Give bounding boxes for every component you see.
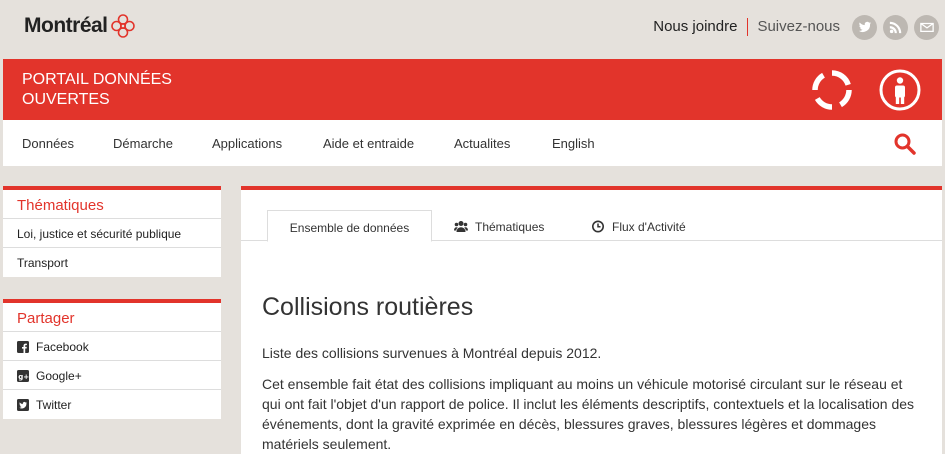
- users-icon: [454, 220, 468, 233]
- sidebar-item-label: Loi, justice et sécurité publique: [17, 227, 182, 241]
- dataset-description: Cet ensemble fait état des collisions im…: [262, 376, 915, 452]
- nav-item-aide[interactable]: Aide et entraide: [323, 136, 414, 151]
- share-twitter[interactable]: Twitter: [3, 390, 221, 419]
- share-facebook[interactable]: Facebook: [3, 332, 221, 361]
- nav-item-english[interactable]: English: [552, 136, 595, 151]
- sidebar-thematics-title: Thématiques: [3, 190, 221, 219]
- open-data-ring-icon[interactable]: [810, 68, 854, 112]
- google-plus-icon: g+: [17, 370, 29, 382]
- tab-datasets[interactable]: Ensemble de données: [267, 210, 432, 242]
- top-links: Nous joindre Suivez-nous: [653, 14, 945, 40]
- search-icon[interactable]: [893, 132, 917, 156]
- share-google-plus[interactable]: g+ Google+: [3, 361, 221, 390]
- tab-activity-label: Flux d'Activité: [612, 220, 686, 234]
- tab-activity[interactable]: Flux d'Activité: [591, 210, 686, 241]
- clock-icon: [591, 220, 605, 233]
- mail-icon[interactable]: [914, 14, 939, 40]
- logo-text: Montréal: [24, 14, 108, 37]
- share-twitter-label: Twitter: [36, 398, 72, 412]
- sidebar-thematics: Thématiques Loi, justice et sécurité pub…: [3, 186, 221, 277]
- sidebar-item-justice[interactable]: Loi, justice et sécurité publique: [3, 219, 221, 248]
- rosette-icon: [110, 14, 135, 38]
- main-nav: Données Démarche Applications Aide et en…: [3, 120, 942, 166]
- montreal-logo[interactable]: Montréal: [24, 13, 136, 39]
- tab-datasets-label: Ensemble de données: [289, 221, 410, 235]
- follow-label: Suivez-nous: [757, 18, 840, 35]
- nav-item-donnees[interactable]: Données: [22, 136, 74, 151]
- portal-header: PORTAIL DONNÉES OUVERTES: [3, 59, 942, 120]
- contact-link[interactable]: Nous joindre: [653, 18, 749, 36]
- sidebar-share-title: Partager: [3, 303, 221, 332]
- nav-item-actualites[interactable]: Actualites: [454, 136, 510, 151]
- twitter-icon[interactable]: [852, 14, 877, 40]
- nav-item-applications[interactable]: Applications: [212, 136, 282, 151]
- sidebar-item-label: Transport: [17, 256, 68, 270]
- tab-thematics-label: Thématiques: [475, 220, 545, 234]
- dataset-panel: Ensemble de données Thématiques Flux d'A…: [241, 186, 942, 454]
- nav-item-demarche[interactable]: Démarche: [113, 136, 173, 151]
- accessibility-icon[interactable]: [878, 68, 922, 112]
- share-facebook-label: Facebook: [36, 340, 89, 354]
- svg-text:g+: g+: [18, 373, 29, 381]
- portal-title[interactable]: PORTAIL DONNÉES OUVERTES: [22, 70, 262, 110]
- tabs-bar: Ensemble de données Thématiques Flux d'A…: [241, 210, 942, 242]
- sidebar-share: Partager Facebook g+ Google+ Twitter: [3, 299, 221, 419]
- sidebar-item-transport[interactable]: Transport: [3, 248, 221, 277]
- twitter-icon: [17, 399, 29, 411]
- dataset-title: Collisions routières: [262, 293, 474, 321]
- top-bar: Montréal Nous joindre Suivez-nous: [0, 0, 945, 57]
- share-google-plus-label: Google+: [36, 369, 82, 383]
- tab-thematics[interactable]: Thématiques: [454, 210, 544, 241]
- rss-icon[interactable]: [883, 14, 908, 40]
- facebook-icon: [17, 341, 29, 353]
- dataset-summary: Liste des collisions survenues à Montréa…: [262, 345, 602, 361]
